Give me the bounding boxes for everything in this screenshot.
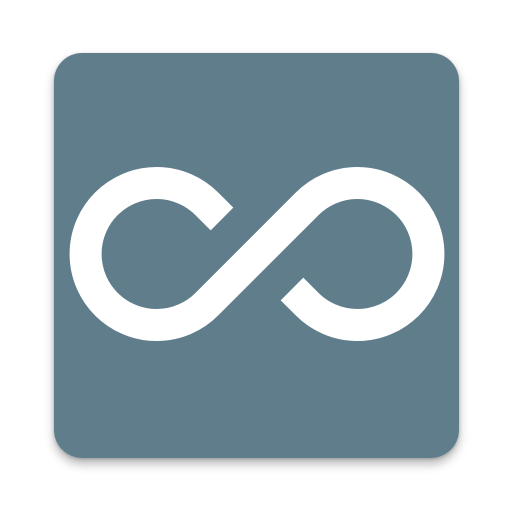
infinity-icon [54, 53, 459, 458]
icon-canvas [0, 0, 512, 512]
app-icon[interactable] [54, 53, 459, 458]
